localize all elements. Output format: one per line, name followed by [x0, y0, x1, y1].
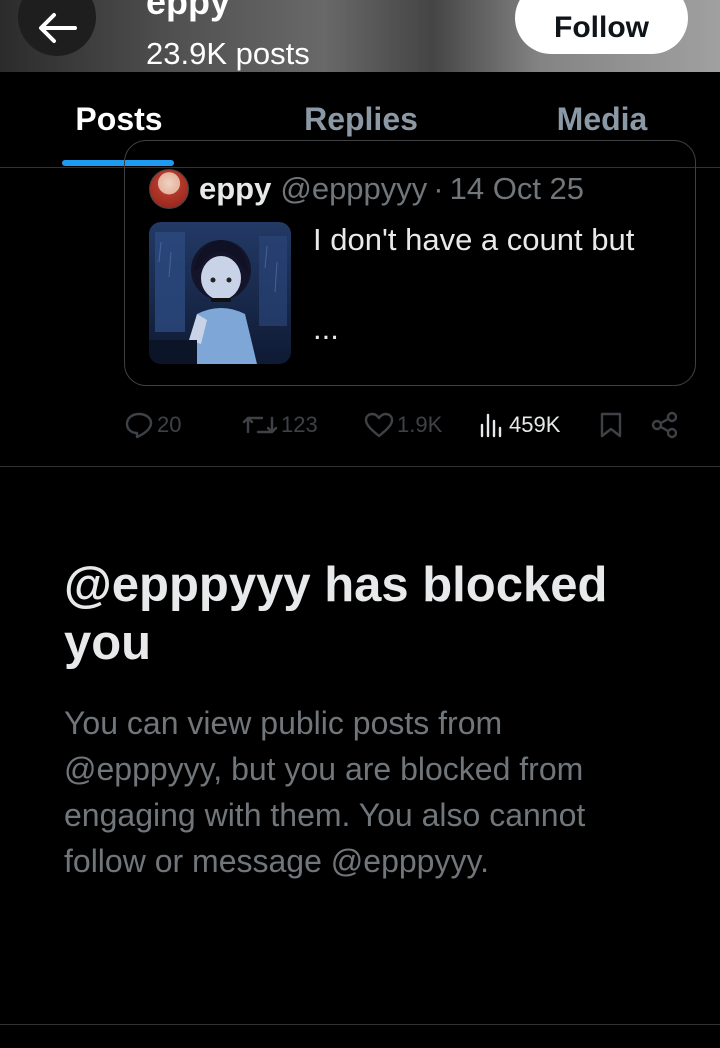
post-action-bar: 20 123 1.9K 459K	[124, 404, 696, 446]
repost-button[interactable]: 123	[242, 404, 318, 446]
separator-dot: ·	[433, 171, 444, 206]
bookmark-icon	[600, 412, 622, 438]
blocked-title: @epppyyy has blocked you	[64, 558, 608, 670]
share-button[interactable]	[650, 404, 683, 446]
reply-button[interactable]: 20	[124, 404, 181, 446]
avatar	[149, 169, 189, 209]
view-count: 459K	[509, 412, 561, 437]
follow-button[interactable]: Follow	[515, 0, 688, 54]
arrow-left-icon	[39, 13, 77, 43]
profile-name: eppy	[146, 0, 231, 22]
views-icon	[480, 413, 502, 438]
post-divider	[0, 466, 720, 467]
blocked-description: You can view public posts from @epppyyy,…	[64, 705, 586, 879]
quoted-author-name: eppy	[199, 171, 272, 206]
tab-label: Replies	[304, 101, 418, 137]
repost-icon	[242, 416, 278, 434]
profile-header: eppy 23.9K posts Follow	[0, 0, 720, 72]
reply-count: 20	[157, 412, 182, 437]
views-button[interactable]: 459K	[478, 404, 560, 446]
tab-label: Posts	[75, 101, 163, 137]
like-button[interactable]: 1.9K	[364, 404, 442, 446]
quoted-post-ellipsis: ...	[313, 311, 339, 346]
like-count: 1.9K	[397, 412, 443, 437]
quoted-post-text: I don't have a count but	[313, 222, 635, 257]
bottom-divider	[0, 1024, 720, 1025]
quoted-post-date: 14 Oct 25	[449, 171, 585, 206]
quoted-author-handle: @epppyyy	[280, 171, 428, 206]
quoted-post[interactable]: eppy @epppyyy · 14 Oct 25 I don't have a…	[124, 140, 696, 386]
share-icon	[651, 411, 678, 439]
reply-icon	[125, 412, 153, 439]
post-count: 23.9K posts	[146, 36, 310, 71]
bookmark-button[interactable]	[598, 404, 627, 446]
tab-label: Media	[556, 101, 648, 137]
like-icon	[364, 412, 394, 438]
quoted-post-header: eppy @epppyyy · 14 Oct 25	[149, 169, 584, 209]
back-button[interactable]	[18, 0, 96, 56]
repost-count: 123	[281, 412, 318, 437]
quoted-post-image[interactable]	[149, 222, 291, 364]
